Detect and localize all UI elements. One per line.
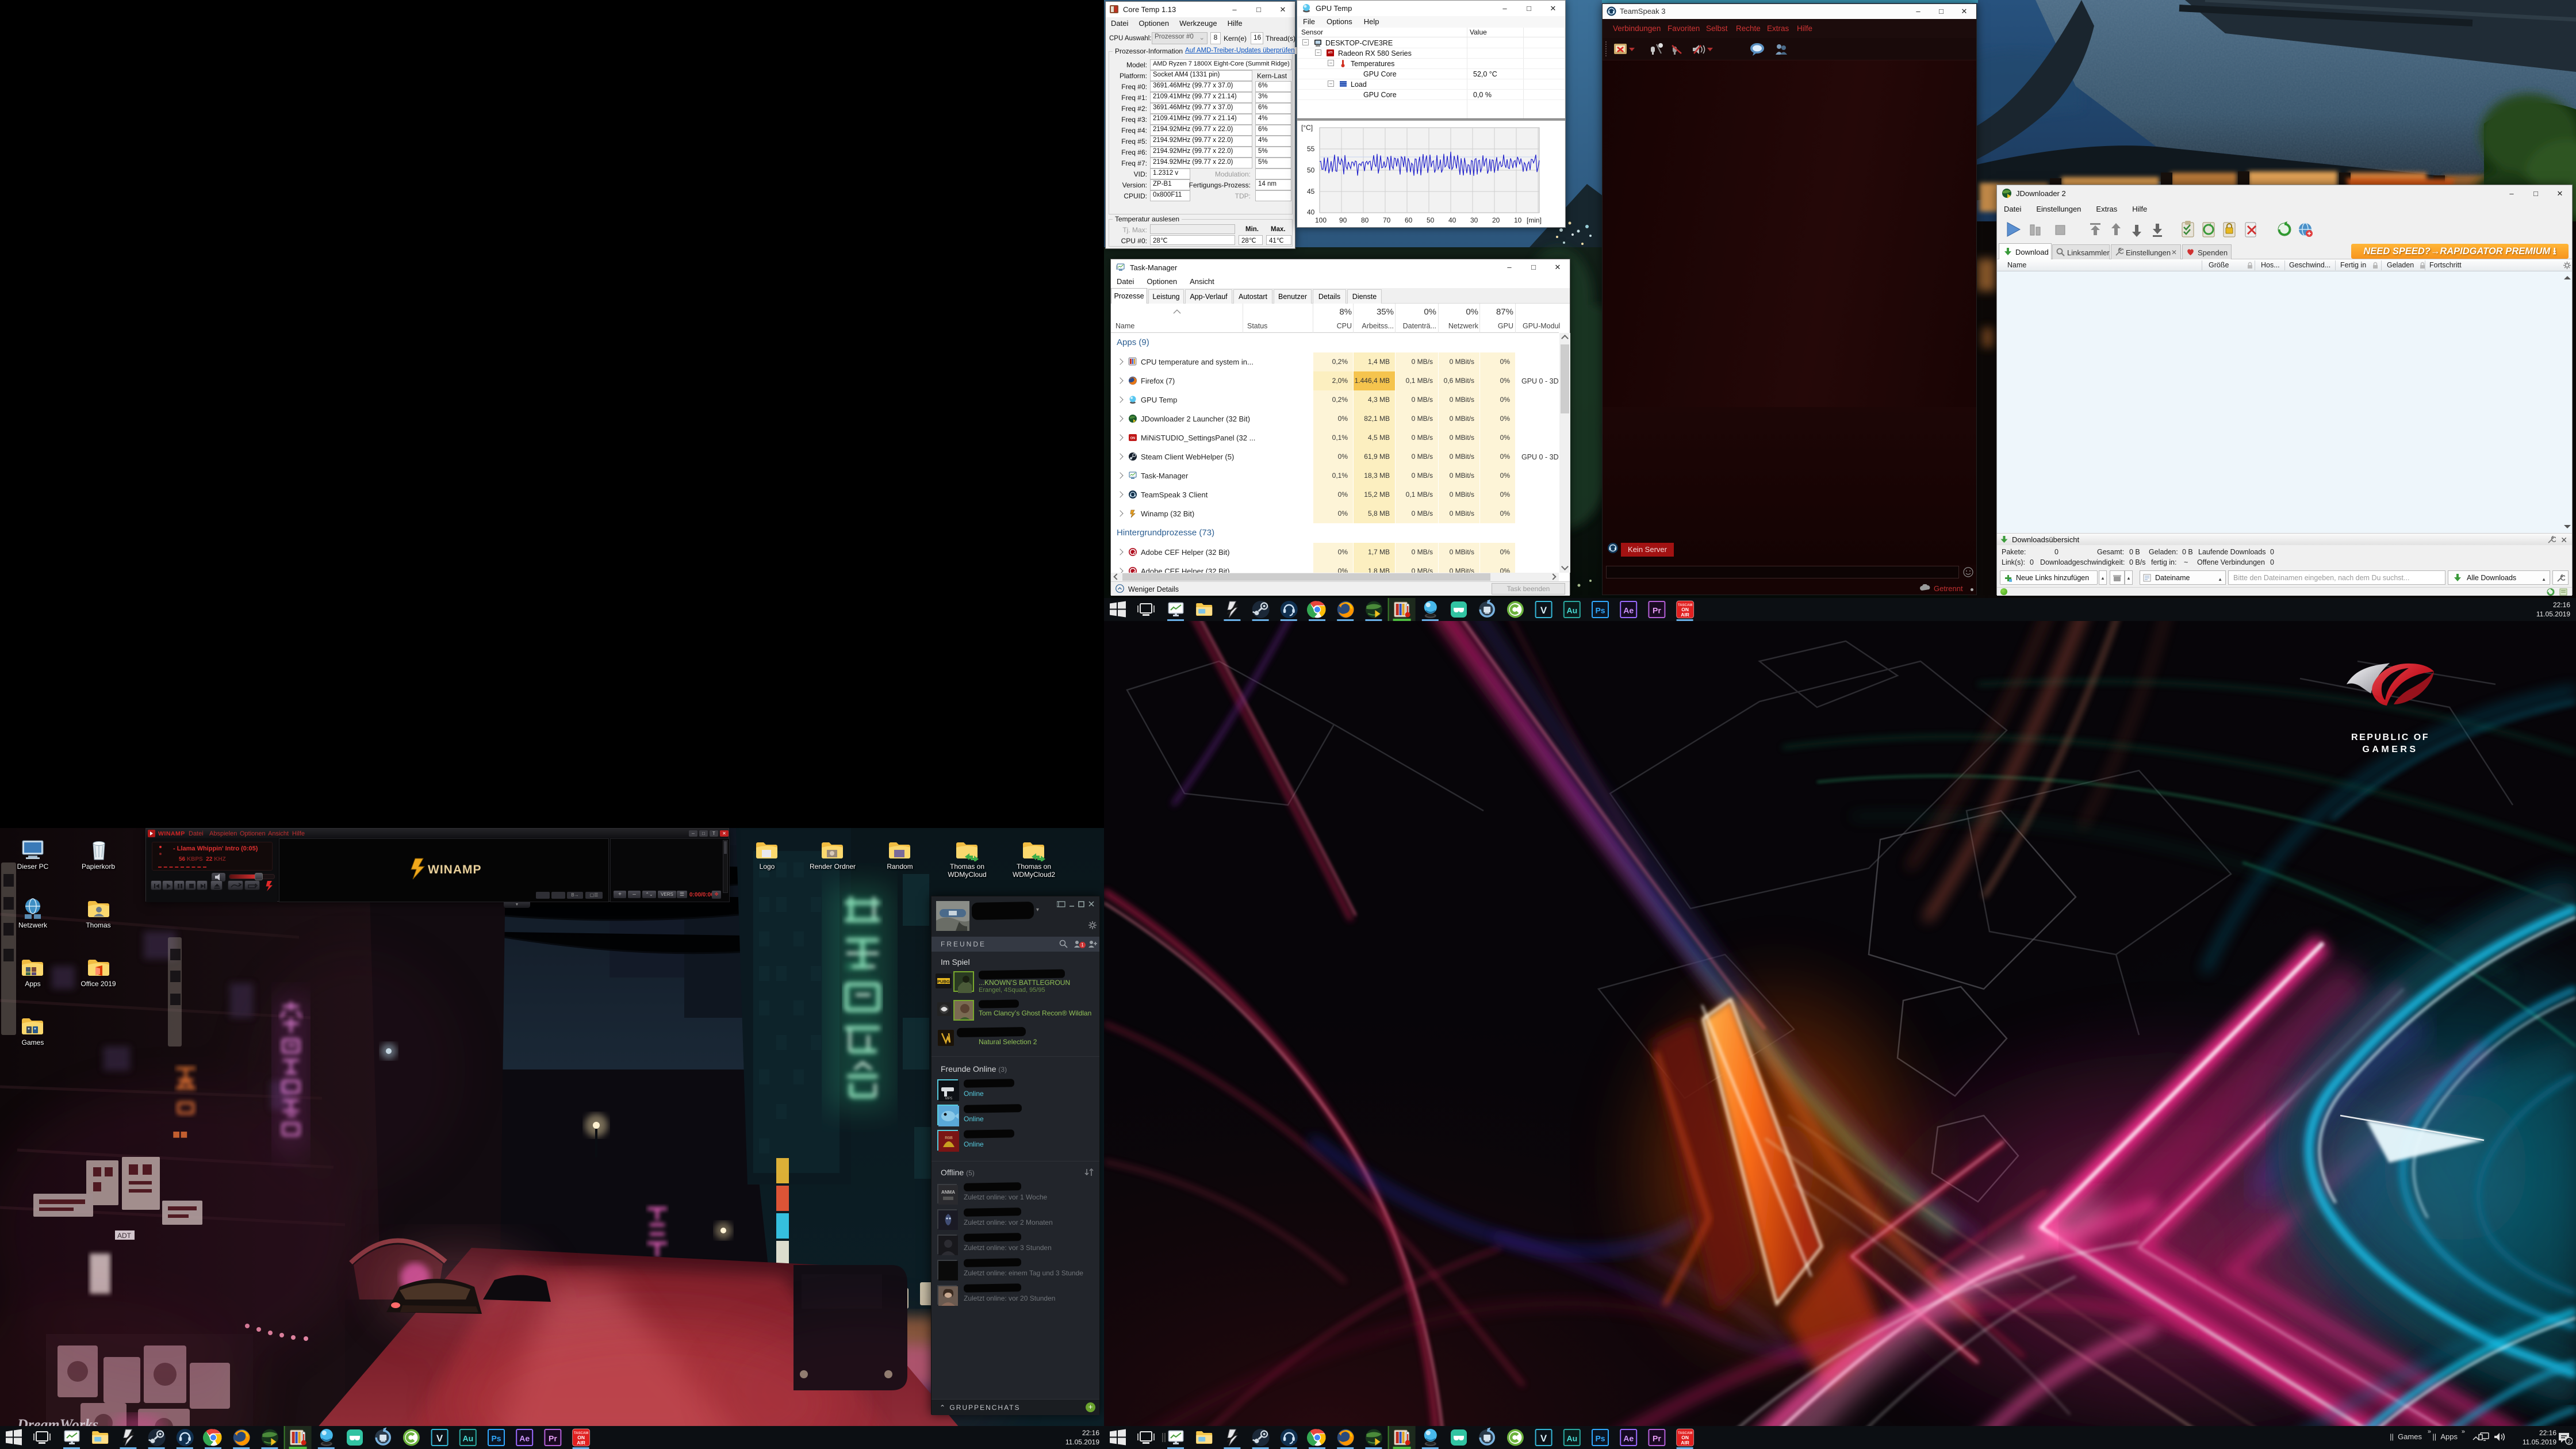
svg-text:60: 60	[1405, 216, 1413, 224]
svg-text:40: 40	[1307, 208, 1315, 216]
svg-text:70: 70	[1383, 216, 1391, 224]
svg-text:50: 50	[1307, 166, 1315, 174]
svg-text:100: 100	[1315, 216, 1327, 224]
svg-text:20: 20	[1492, 216, 1500, 224]
svg-text:WINAMP: WINAMP	[428, 863, 482, 876]
svg-text:ON: ON	[1130, 437, 1135, 440]
svg-text:RōB: RōB	[945, 1136, 953, 1140]
svg-text:50: 50	[1427, 216, 1435, 224]
svg-text:40: 40	[1448, 216, 1456, 224]
svg-text:PUBG: PUBG	[937, 979, 950, 984]
svg-text:ANMA: ANMA	[941, 1190, 955, 1195]
svg-text:80: 80	[1361, 216, 1369, 224]
svg-text:45: 45	[1307, 187, 1315, 195]
svg-text:[min]: [min]	[1527, 216, 1542, 224]
svg-text:55: 55	[1307, 145, 1315, 153]
svg-text:ATI: ATI	[1328, 51, 1333, 55]
svg-text:MP5: MP5	[945, 1097, 953, 1101]
svg-text:[°C]: [°C]	[1301, 124, 1313, 132]
svg-text:30: 30	[1470, 216, 1478, 224]
svg-text:2: 2	[2567, 1439, 2570, 1444]
svg-text:GAMERS: GAMERS	[2362, 745, 2418, 754]
svg-text:90: 90	[1339, 216, 1347, 224]
svg-text:10: 10	[1514, 216, 1522, 224]
svg-text:REPUBLIC OF: REPUBLIC OF	[2351, 733, 2429, 742]
